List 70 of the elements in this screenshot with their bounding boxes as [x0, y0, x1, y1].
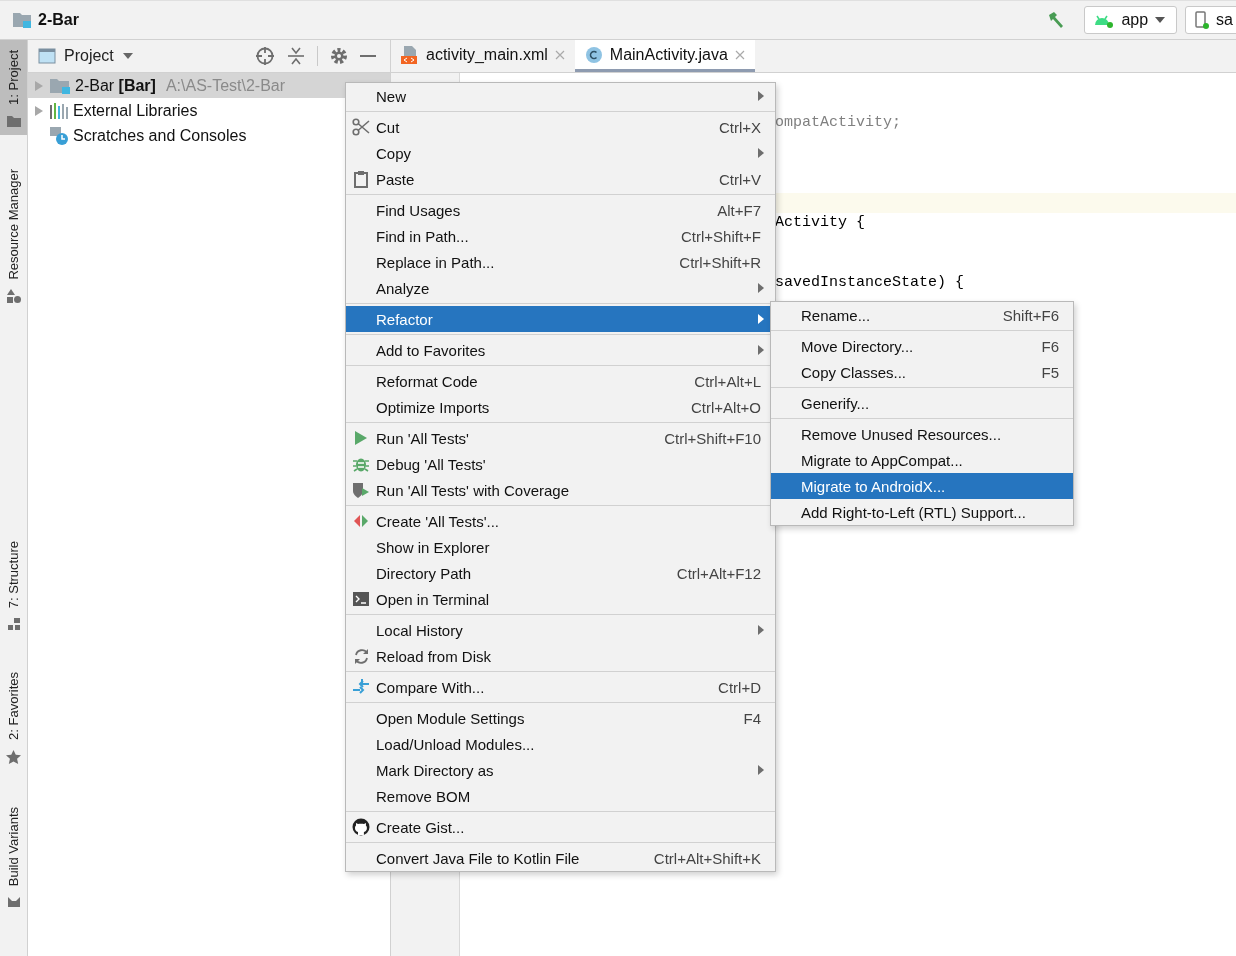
clipboard-icon — [354, 170, 368, 188]
expand-arrow-icon[interactable] — [33, 104, 45, 117]
menu-item[interactable]: Find Usages Alt+F7 — [346, 197, 775, 223]
code-text: Activity { — [775, 214, 865, 231]
android-head-icon — [6, 896, 21, 908]
window-icon — [38, 48, 56, 64]
run-config-dropdown[interactable]: app — [1084, 6, 1178, 34]
editor-tab[interactable]: activity_main.xml — [391, 40, 575, 72]
menu-item[interactable]: Copy — [346, 140, 775, 166]
cat-logo-icon — [352, 818, 370, 836]
menu-item[interactable]: Remove BOM — [346, 783, 775, 809]
play-icon — [354, 430, 368, 446]
minimize-icon[interactable] — [360, 54, 376, 58]
crosshair-icon[interactable] — [255, 46, 275, 66]
tool-window-tab[interactable]: Build Variants — [0, 796, 27, 916]
menu-item[interactable]: Directory Path Ctrl+Alt+F12 — [346, 560, 775, 586]
caret-icon — [121, 52, 134, 60]
menu-item[interactable]: Migrate to AppCompat... — [771, 447, 1073, 473]
menu-item[interactable]: Local History — [346, 617, 775, 643]
tool-window-tab[interactable]: Resource Manager — [0, 158, 27, 312]
expand-arrow-icon[interactable] — [33, 79, 45, 92]
code-text: ompatActivity; — [775, 114, 902, 131]
terminal-icon — [353, 592, 369, 606]
class-icon — [584, 45, 603, 64]
menu-item[interactable]: Analyze — [346, 275, 775, 301]
close-icon[interactable] — [734, 49, 745, 60]
menu-item[interactable]: Show in Explorer — [346, 534, 775, 560]
menu-item[interactable]: Create Gist... — [346, 814, 775, 840]
menu-item[interactable]: Open Module Settings F4 — [346, 705, 775, 731]
menu-item[interactable]: Find in Path... Ctrl+Shift+F — [346, 223, 775, 249]
editor-tab[interactable]: MainActivity.java — [574, 40, 755, 72]
menu-item[interactable]: Open in Terminal — [346, 586, 775, 612]
scissors-icon — [352, 118, 370, 136]
star-icon — [6, 749, 21, 765]
menu-item[interactable]: Remove Unused Resources... — [771, 421, 1073, 447]
folder-icon — [6, 114, 21, 127]
folder-icon — [12, 11, 32, 29]
close-icon[interactable] — [554, 49, 565, 60]
menu-item[interactable]: Mark Directory as — [346, 757, 775, 783]
compare-arrows-icon — [352, 678, 370, 696]
project-view-dropdown[interactable]: Project — [38, 47, 134, 65]
code-text: savedInstanceState) { — [775, 274, 965, 291]
phone-icon — [1194, 11, 1211, 29]
shapes-icon — [6, 289, 21, 304]
caret-icon — [1154, 16, 1167, 24]
reload-icon — [352, 647, 370, 665]
menu-item[interactable]: Generify... — [771, 390, 1073, 416]
menu-item[interactable]: Add Right-to-Left (RTL) Support... — [771, 499, 1073, 525]
menu-item[interactable]: Load/Unload Modules... — [346, 731, 775, 757]
menu-item[interactable]: Cut Ctrl+X — [346, 114, 775, 140]
shield-icon — [352, 481, 370, 499]
tool-window-tab[interactable]: 1: Project — [0, 40, 27, 135]
scratch-clock-icon — [49, 125, 69, 146]
code-arrows-icon — [353, 514, 369, 528]
device-dropdown[interactable]: sa — [1185, 6, 1236, 34]
collapse-all-icon[interactable] — [287, 46, 305, 66]
tool-window-tab[interactable]: 7: Structure — [0, 530, 27, 638]
settings-icon[interactable] — [330, 47, 348, 65]
project-title: 2-Bar — [38, 11, 79, 29]
module-folder-icon — [49, 76, 71, 95]
menu-item[interactable]: Reload from Disk — [346, 643, 775, 669]
menu-item[interactable]: Replace in Path... Ctrl+Shift+R — [346, 249, 775, 275]
library-icon — [49, 102, 69, 119]
menu-item[interactable]: Migrate to AndroidX... — [771, 473, 1073, 499]
menu-item[interactable]: Convert Java File to Kotlin File Ctrl+Alt+Shift+K — [346, 845, 775, 871]
xml-file-icon — [401, 44, 419, 65]
menu-item[interactable]: Paste Ctrl+V — [346, 166, 775, 192]
structure-icon — [7, 617, 20, 630]
menu-item[interactable]: Compare With... Ctrl+D — [346, 674, 775, 700]
tool-window-tab[interactable]: 2: Favorites — [0, 661, 27, 773]
